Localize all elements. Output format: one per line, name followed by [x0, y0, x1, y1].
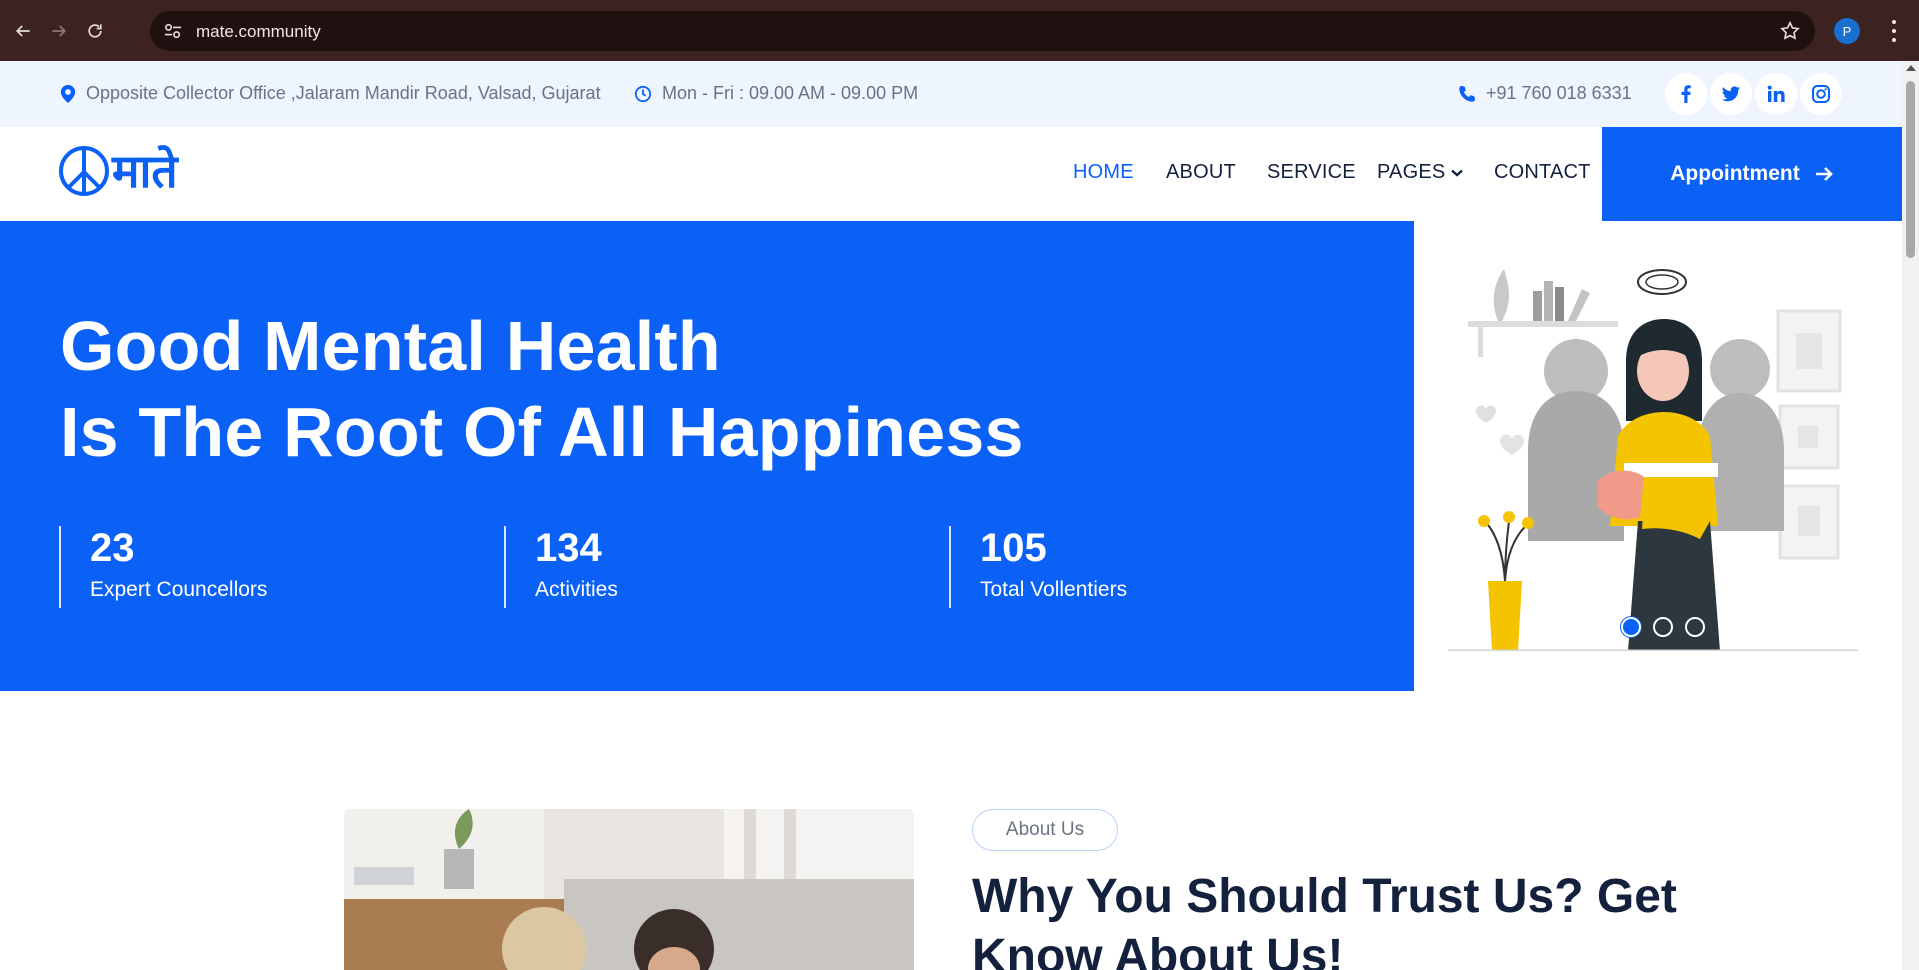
stat-volunteers: 105 Total Vollentiers: [949, 526, 1127, 608]
arrow-right-icon: [1815, 167, 1833, 181]
arrow-left-icon: [15, 25, 30, 37]
web-page: Opposite Collector Office ,Jalaram Mandi…: [0, 61, 1902, 970]
phone-info[interactable]: +91 760 018 6331: [1458, 83, 1632, 104]
hours-text: Mon - Fri : 09.00 AM - 09.00 PM: [662, 83, 919, 103]
address-text: Opposite Collector Office ,Jalaram Mandi…: [86, 83, 601, 103]
nav-home[interactable]: HOME: [1073, 161, 1134, 184]
stat-activities: 134 Activities: [504, 526, 618, 608]
arrow-right-icon: [52, 25, 67, 37]
counselling-session-image: [344, 809, 914, 970]
slider-dot-3[interactable]: [1685, 617, 1705, 637]
scrollbar-thumb[interactable]: [1906, 81, 1915, 258]
page-scrollbar[interactable]: [1902, 61, 1919, 970]
peace-symbol-icon: [59, 146, 109, 196]
hero-illustration: [1448, 269, 1858, 651]
scroll-up-icon[interactable]: [1906, 65, 1916, 71]
hours-info: Mon - Fri : 09.00 AM - 09.00 PM: [634, 83, 918, 104]
slider-dot-1[interactable]: [1621, 617, 1641, 637]
profile-avatar[interactable]: P: [1834, 18, 1860, 44]
linkedin-link[interactable]: [1755, 73, 1797, 115]
address-bar[interactable]: mate.community: [150, 11, 1815, 51]
url-text: mate.community: [196, 22, 321, 41]
nav-pages-label: PAGES: [1377, 161, 1446, 183]
logo-wordmark: माते: [112, 144, 178, 198]
slider-dot-2[interactable]: [1653, 617, 1673, 637]
facebook-icon: [1681, 85, 1691, 103]
reload-button[interactable]: [80, 16, 110, 46]
stat-label: Expert Councellors: [90, 578, 268, 601]
nav-service[interactable]: SERVICE: [1267, 161, 1356, 184]
stat-value: 105: [980, 526, 1047, 570]
phone-text: +91 760 018 6331: [1486, 83, 1632, 103]
nav-about[interactable]: ABOUT: [1166, 161, 1236, 184]
bookmark-star-icon[interactable]: [1779, 20, 1801, 42]
back-button[interactable]: [8, 16, 38, 46]
twitter-link[interactable]: [1710, 73, 1752, 115]
about-us-badge: About Us: [972, 809, 1118, 851]
browser-toolbar: mate.community P: [0, 0, 1919, 61]
hero-title: Good Mental Health Is The Root Of All Ha…: [60, 303, 1024, 475]
instagram-link[interactable]: [1800, 73, 1842, 115]
twitter-icon: [1721, 86, 1741, 102]
nav-pages[interactable]: PAGES: [1377, 161, 1464, 184]
hero-banner: Good Mental Health Is The Root Of All Ha…: [0, 221, 1414, 691]
chevron-down-icon: [1451, 169, 1464, 177]
top-info-bar: Opposite Collector Office ,Jalaram Mandi…: [0, 61, 1902, 127]
about-title: Why You Should Trust Us? Get Know About …: [972, 870, 1677, 970]
appointment-button[interactable]: Appointment: [1602, 127, 1902, 221]
stat-label: Activities: [535, 578, 618, 601]
site-settings-icon[interactable]: [162, 21, 184, 41]
stat-value: 23: [90, 526, 135, 570]
main-navbar: माते HOME ABOUT SERVICE PAGES CONTACT Ap…: [0, 127, 1902, 221]
linkedin-icon: [1767, 85, 1785, 102]
hero-title-line2: Is The Root Of All Happiness: [60, 393, 1024, 471]
stat-value: 134: [535, 526, 602, 570]
clock-icon: [634, 85, 652, 102]
stat-councellors: 23 Expert Councellors: [59, 526, 267, 608]
hero-title-line1: Good Mental Health: [60, 307, 721, 385]
reload-icon: [88, 24, 102, 38]
location-pin-icon: [60, 84, 76, 103]
about-photo: [344, 809, 914, 970]
browser-menu-icon[interactable]: [1884, 18, 1904, 44]
instagram-icon: [1812, 85, 1830, 103]
forward-button[interactable]: [44, 16, 74, 46]
nav-contact[interactable]: CONTACT: [1494, 161, 1591, 184]
stat-label: Total Vollentiers: [980, 578, 1128, 601]
facebook-link[interactable]: [1665, 73, 1707, 115]
site-logo[interactable]: माते: [58, 143, 178, 199]
address-info: Opposite Collector Office ,Jalaram Mandi…: [60, 83, 601, 104]
phone-icon: [1459, 85, 1476, 102]
appointment-label: Appointment: [1670, 162, 1800, 185]
